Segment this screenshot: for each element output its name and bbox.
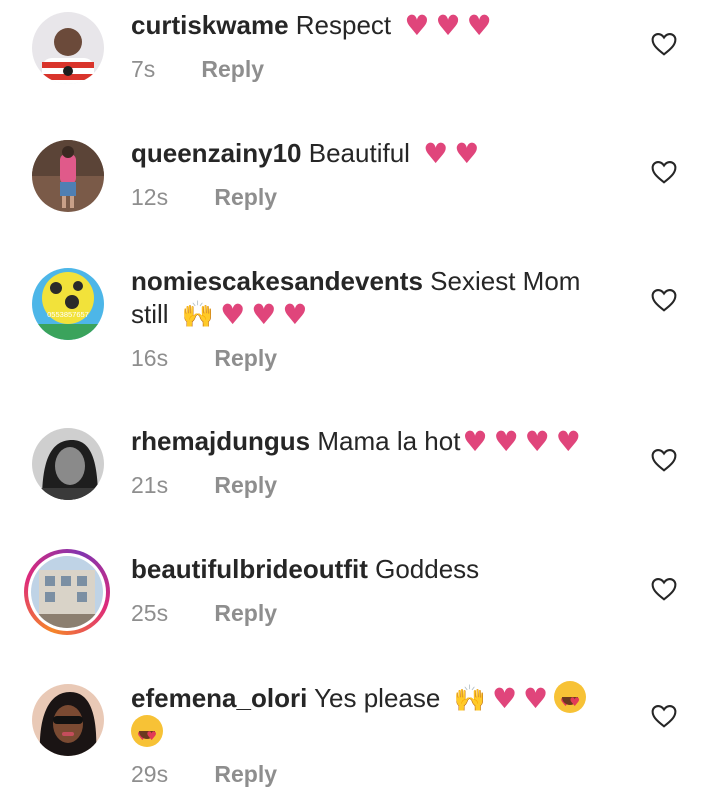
comment-username[interactable]: rhemajdungus xyxy=(131,426,310,456)
red-heart-emoji: ♥ xyxy=(423,137,449,170)
red-heart-emoji: ♥ xyxy=(555,425,581,458)
heart-outline-icon xyxy=(651,33,677,56)
red-heart-emoji: ♥ xyxy=(454,137,480,170)
heart-outline-icon xyxy=(651,289,677,312)
red-heart-emoji: ♥ xyxy=(220,298,246,331)
avatar[interactable] xyxy=(32,428,104,500)
comment-text: beautifulbrideoutfit Goddess xyxy=(131,553,611,586)
comment-body: Beautiful xyxy=(308,138,410,168)
comment-username[interactable]: curtiskwame xyxy=(131,10,289,40)
comment-username[interactable]: nomiescakesandevents xyxy=(131,266,423,296)
reply-button[interactable]: Reply xyxy=(214,600,277,626)
comment-text: nomiescakesandevents Sexiest Mom still 🙌… xyxy=(131,265,611,331)
reply-button[interactable]: Reply xyxy=(214,472,277,498)
reply-button[interactable]: Reply xyxy=(214,761,277,787)
comment-text: curtiskwame Respect ♥ ♥ ♥ xyxy=(131,9,611,42)
comment-time: 29s xyxy=(131,761,169,787)
like-button[interactable] xyxy=(651,577,677,601)
comment-time: 21s xyxy=(131,472,169,498)
red-heart-emoji: ♥ xyxy=(493,425,519,458)
avatar[interactable] xyxy=(32,12,104,84)
comment-time: 12s xyxy=(131,184,169,210)
comment-text: queenzainy10 Beautiful ♥ ♥ xyxy=(131,137,611,170)
comment-text: efemena_olori Yes please 🙌 ♥ ♥ xyxy=(131,681,611,753)
like-button[interactable] xyxy=(651,704,677,728)
red-heart-emoji: ♥ xyxy=(524,425,550,458)
comment-meta: 29s Reply xyxy=(131,760,277,788)
comment-meta: 12s Reply xyxy=(131,183,277,211)
heart-outline-icon xyxy=(651,449,677,472)
comment-time: 7s xyxy=(131,56,156,82)
comment-meta: 7s Reply xyxy=(131,55,264,83)
raising-hands-emoji: 🙌 xyxy=(181,299,215,329)
red-heart-emoji: ♥ xyxy=(523,682,549,715)
avatar[interactable]: 0553857657 xyxy=(32,268,104,340)
red-heart-emoji: ♥ xyxy=(251,298,277,331)
comment-meta: 16s Reply xyxy=(131,344,277,372)
heart-eyes-emoji xyxy=(554,681,587,719)
red-heart-emoji: ♥ xyxy=(462,425,488,458)
comment-body: Yes please xyxy=(314,683,441,713)
reply-button[interactable]: Reply xyxy=(214,345,277,371)
comment-meta: 21s Reply xyxy=(131,471,277,499)
heart-outline-icon xyxy=(651,578,677,601)
comment-username[interactable]: queenzainy10 xyxy=(131,138,302,168)
red-heart-emoji: ♥ xyxy=(435,9,461,42)
comment-text: rhemajdungus Mama la hot♥ ♥ ♥ ♥ xyxy=(131,425,611,458)
reply-button[interactable]: Reply xyxy=(214,184,277,210)
red-heart-emoji: ♥ xyxy=(466,9,492,42)
like-button[interactable] xyxy=(651,288,677,312)
avatar[interactable] xyxy=(32,684,104,756)
comment-body: Mama la hot xyxy=(317,426,461,456)
heart-outline-icon xyxy=(651,705,677,728)
comment-meta: 25s Reply xyxy=(131,599,277,627)
like-button[interactable] xyxy=(651,160,677,184)
red-heart-emoji: ♥ xyxy=(491,682,518,715)
comment-body: Goddess xyxy=(375,554,480,584)
like-button[interactable] xyxy=(651,448,677,472)
comment-username[interactable]: beautifulbrideoutfit xyxy=(131,554,368,584)
avatar[interactable] xyxy=(24,549,110,635)
like-button[interactable] xyxy=(651,32,677,56)
reply-button[interactable]: Reply xyxy=(201,56,264,82)
heart-outline-icon xyxy=(651,161,677,184)
avatar-phone-text: 0553857657 xyxy=(47,310,89,319)
raising-hands-emoji: 🙌 xyxy=(453,683,486,713)
heart-eyes-emoji xyxy=(131,715,163,753)
red-heart-emoji: ♥ xyxy=(282,298,308,331)
avatar[interactable] xyxy=(32,140,104,212)
comment-username[interactable]: efemena_olori xyxy=(131,683,307,713)
comment-time: 25s xyxy=(131,600,169,626)
comment-time: 16s xyxy=(131,345,169,371)
comment-body: Respect xyxy=(295,10,392,40)
red-heart-emoji: ♥ xyxy=(404,9,430,42)
